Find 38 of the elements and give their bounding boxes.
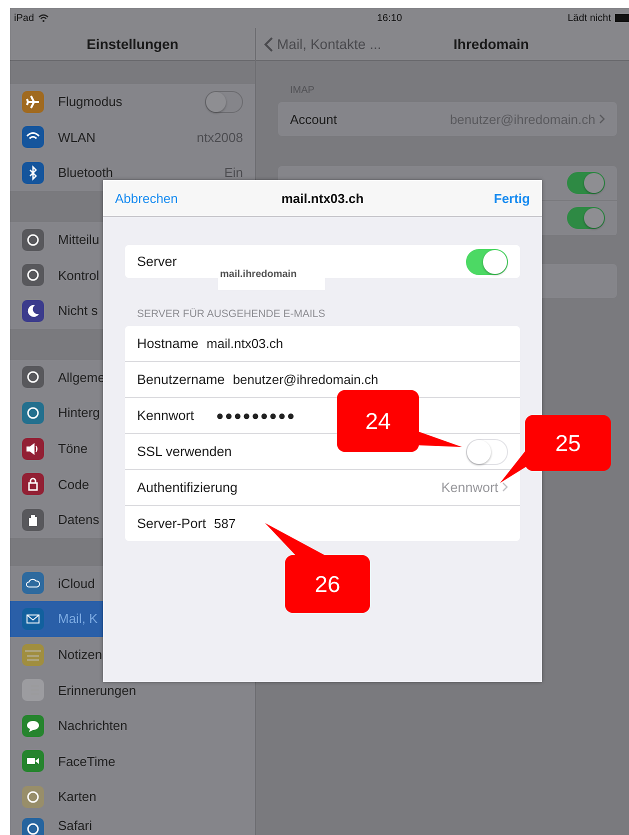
- field-label: Benutzername: [137, 372, 225, 387]
- item-label: Mitteilu: [58, 232, 100, 248]
- item-label: Töne: [58, 441, 88, 456]
- callout-badge: 25: [525, 415, 611, 471]
- status-time: 16:10: [377, 12, 402, 24]
- dialog-title: mail.ntx03.ch: [281, 190, 364, 206]
- page-title: Ihredomain: [454, 36, 529, 52]
- item-label: FaceTime: [58, 754, 116, 769]
- item-label: Mail, K: [58, 611, 98, 626]
- field-label: Kennwort: [137, 408, 194, 423]
- item-label: WLAN: [58, 130, 96, 145]
- field-label: Authentifizierung: [137, 480, 238, 495]
- text-label: mail.ihredomain: [218, 268, 325, 290]
- item-label: Allgeme: [58, 370, 105, 385]
- field-label: Hostname: [137, 336, 199, 351]
- field-label: Server: [137, 254, 177, 269]
- item-label: Datens: [58, 512, 100, 528]
- item-label: Notizen: [58, 647, 102, 662]
- item-label: Code: [58, 476, 90, 492]
- item-label: Hinterg: [58, 405, 100, 420]
- field-label: Server-Port: [137, 516, 206, 531]
- item-value: ntx2008: [196, 130, 243, 145]
- item-label: Erinnerungen: [58, 682, 136, 698]
- callout-badge: 24: [337, 390, 419, 452]
- section-header: SERVER FÜR AUSGEHENDE E-MAILS: [137, 308, 326, 320]
- item-label: iCloud: [58, 576, 95, 591]
- item-label: Bluetooth: [58, 165, 113, 180]
- item-value: Ein: [224, 165, 243, 180]
- item-label: Flugmodus: [58, 94, 122, 110]
- item-label: Nachrichten: [58, 718, 128, 734]
- item-label: Safari: [58, 818, 92, 833]
- item-label: Karten: [58, 789, 96, 804]
- charging-status: Lädt nicht: [568, 12, 611, 24]
- sidebar-title: Einstellungen: [86, 36, 178, 52]
- item-label: Nicht s: [58, 303, 98, 318]
- field-label: SSL verwenden: [137, 444, 232, 459]
- device-name: iPad: [14, 12, 34, 24]
- item-label: Kontrol: [58, 268, 100, 283]
